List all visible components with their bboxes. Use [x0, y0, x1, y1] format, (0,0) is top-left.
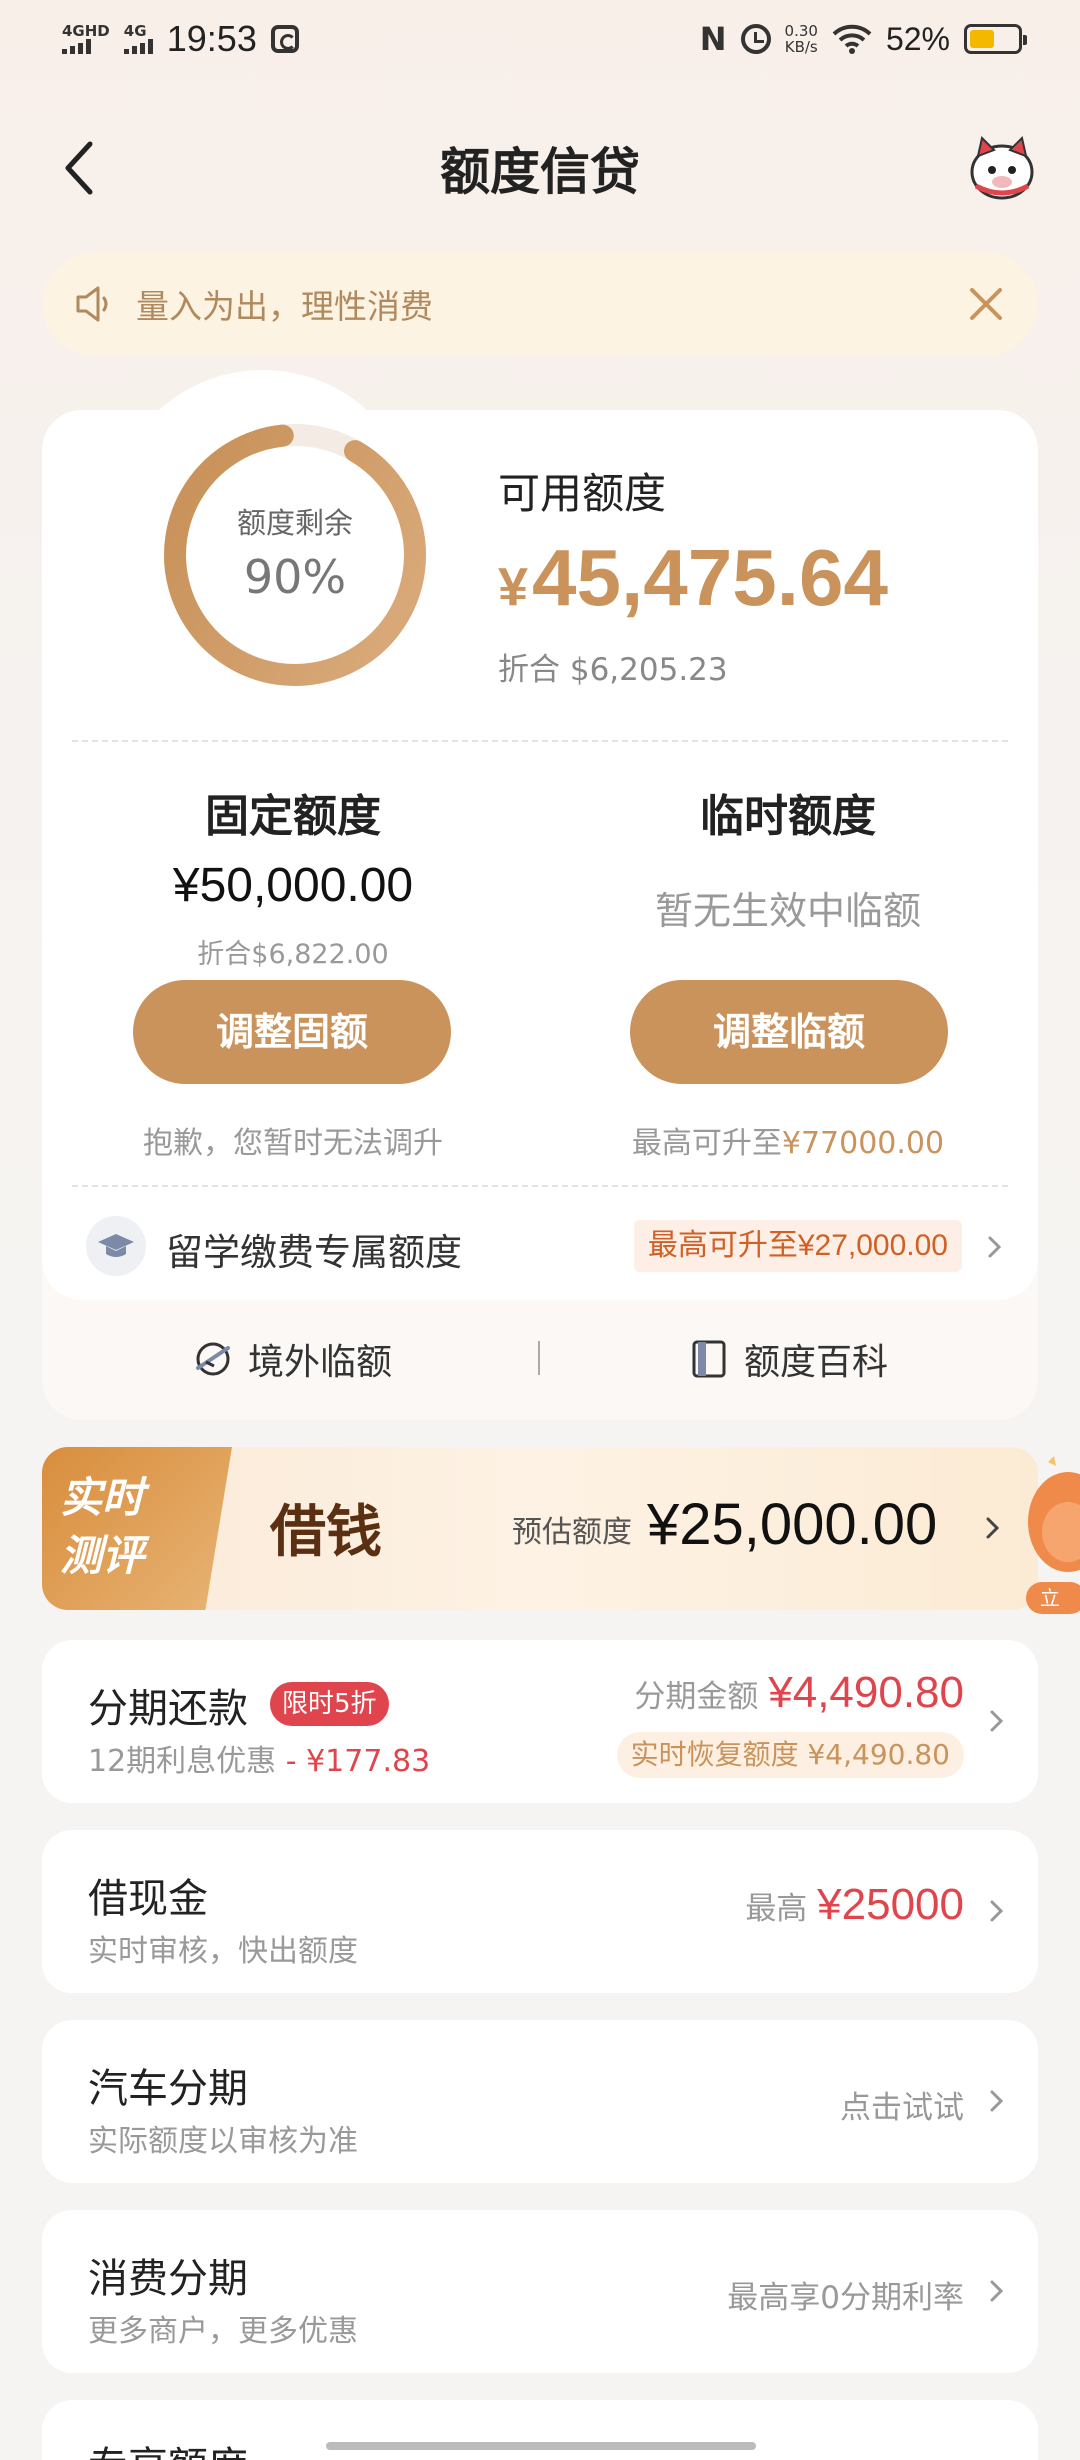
home-indicator[interactable] [326, 2442, 756, 2450]
nfc-icon: N [699, 20, 727, 58]
network-speed-value: 0.30 [784, 22, 818, 40]
sim1-label: 4GHD [62, 22, 110, 40]
temp-note-prefix: 最高可升至 [631, 1126, 782, 1161]
installment-sub: 12期利息优惠 - ¥177.83 [88, 1736, 430, 1780]
promo-badge: 限时5折 [270, 1682, 389, 1726]
exclusive-quota-card[interactable]: 专享额度 [42, 2400, 1038, 2460]
overseas-temp-label: 境外临额 [248, 1342, 393, 1383]
overseas-temp-link[interactable]: 境外临额 [192, 1333, 392, 1385]
installment-amount: ¥4,490.80 [768, 1668, 964, 1717]
quota-wiki-link[interactable]: 额度百科 [688, 1333, 888, 1385]
chevron-right-icon [990, 2090, 1004, 2112]
recover-tag: 实时恢复额度 ¥4,490.80 [616, 1732, 964, 1778]
consume-sub: 更多商户，更多优惠 [88, 2314, 358, 2349]
alarm-icon [740, 24, 771, 54]
divider [72, 740, 1008, 742]
badge-line2: 测评 [60, 1531, 145, 1580]
quota-sub-links: 境外临额 额度百科 [42, 1315, 1038, 1405]
installment-title: 分期还款 [88, 1686, 248, 1732]
available-value: 45,475.64 [532, 533, 888, 622]
available-title: 可用额度 [498, 469, 667, 518]
quota-wiki-label: 额度百科 [744, 1342, 889, 1383]
fixed-quota-title: 固定额度 [205, 791, 381, 842]
temp-quota-note: 最高可升至¥77000.00 [558, 1118, 1018, 1162]
temp-quota-title: 临时额度 [700, 791, 876, 842]
sim2-label: 4G [123, 22, 147, 40]
divider [72, 1185, 1008, 1187]
cash-label: 最高 [745, 1891, 808, 1927]
car-sub: 实际额度以审核为准 [88, 2124, 358, 2159]
notice-banner: 量入为出，理性消费 [42, 252, 1038, 356]
fixed-quota-equiv: 折合$6,822.00 [197, 939, 389, 970]
graduation-cap-icon [86, 1216, 146, 1276]
estimate-label: 预估额度 [512, 1515, 632, 1550]
mascot-float-icon[interactable]: 立 [1018, 1452, 1080, 1622]
app-notification-icon [270, 25, 299, 53]
fixed-quota-note: 抱歉，您暂时无法调升 [143, 1126, 443, 1161]
available-amount: ¥45,475.64 [498, 532, 888, 624]
installment-discount: - ¥177.83 [285, 1744, 431, 1779]
installment-amount-label: 分期金额 [634, 1679, 759, 1715]
temp-quota-status: 暂无生效中临额 [654, 889, 921, 933]
car-action: 点击试试 [840, 2090, 964, 2126]
cash-amount-row: 最高 ¥25000 [745, 1880, 964, 1930]
chevron-right-icon [986, 1517, 1000, 1539]
realtime-eval-badge: 实时 测评 [42, 1447, 232, 1610]
link-divider [538, 1341, 540, 1375]
battery-level-fill [970, 30, 994, 48]
globe-plane-icon [196, 1342, 230, 1376]
wifi-icon [832, 24, 872, 54]
chevron-right-icon [990, 2280, 1004, 2302]
chevron-right-icon [990, 1710, 1004, 1732]
installment-amount-row: 分期金额 ¥4,490.80 [634, 1668, 964, 1718]
adjust-fixed-button[interactable]: 调整固额 [133, 980, 451, 1084]
battery-percent: 52% [885, 20, 950, 57]
chevron-right-icon [990, 1900, 1004, 1922]
available-equiv: 折合 $6,205.23 [498, 652, 728, 688]
study-quota-row[interactable]: 留学缴费专属额度 最高可升至¥27,000.00 [42, 1210, 1038, 1284]
cash-sub: 实时审核，快出额度 [88, 1934, 358, 1969]
network-speed-unit: KB/s [784, 38, 818, 56]
borrow-title: 借钱 [270, 1499, 382, 1565]
estimate-amount: ¥25,000.00 [647, 1492, 938, 1557]
badge-line1: 实时 [60, 1473, 145, 1522]
study-quota-tag: 最高可升至¥27,000.00 [633, 1220, 962, 1272]
cash-card[interactable]: 借现金 实时审核，快出额度 最高 ¥25000 [42, 1830, 1038, 1993]
mascot-label: 立 [1040, 1586, 1060, 1610]
sim2-signal-icon: 4G [123, 22, 153, 54]
cash-title: 借现金 [88, 1876, 208, 1922]
mascot-avatar-icon[interactable] [966, 130, 1038, 202]
cash-amount: ¥25000 [817, 1880, 964, 1929]
consume-installment-card[interactable]: 消费分期 更多商户，更多优惠 最高享0分期利率 [42, 2210, 1038, 2373]
app-header: 额度信贷 [0, 120, 1080, 210]
installment-sub-prefix: 12期利息优惠 [88, 1744, 277, 1779]
ring-percent: 90% [243, 550, 347, 604]
car-title: 汽车分期 [88, 2066, 248, 2112]
book-icon [692, 1340, 726, 1378]
exclusive-title: 专享额度 [88, 2434, 248, 2460]
installment-card[interactable]: 分期还款 限时5折 12期利息优惠 - ¥177.83 分期金额 ¥4,490.… [42, 1640, 1038, 1803]
ring-label: 额度剩余 [236, 506, 353, 540]
notice-text: 量入为出，理性消费 [136, 287, 433, 326]
status-bar: 4GHD 4G 19:53 N 0.30 KB/s 52% [0, 0, 1080, 80]
page-title: 额度信贷 [440, 143, 640, 201]
speaker-icon [76, 286, 108, 322]
consume-title: 消费分期 [88, 2256, 248, 2302]
chevron-right-icon [988, 1236, 1002, 1258]
car-installment-card[interactable]: 汽车分期 实际额度以审核为准 点击试试 [42, 2020, 1038, 2183]
sim1-signal-icon: 4GHD [62, 24, 110, 54]
fixed-quota-amount: ¥50,000.00 [172, 859, 414, 912]
battery-icon [964, 24, 1027, 54]
borrow-banner[interactable]: 实时 测评 借钱 预估额度 ¥25,000.00 [42, 1447, 1038, 1610]
study-quota-label: 留学缴费专属额度 [166, 1231, 462, 1274]
adjust-temp-button[interactable]: 调整临额 [630, 980, 948, 1084]
consume-action: 最高享0分期利率 [727, 2280, 964, 2316]
temp-note-amount: ¥77000.00 [781, 1126, 945, 1161]
status-time: 19:53 [166, 18, 257, 59]
network-speed: 0.30 KB/s [785, 23, 818, 55]
available-currency: ¥ [498, 557, 529, 617]
close-icon[interactable] [962, 280, 1010, 328]
